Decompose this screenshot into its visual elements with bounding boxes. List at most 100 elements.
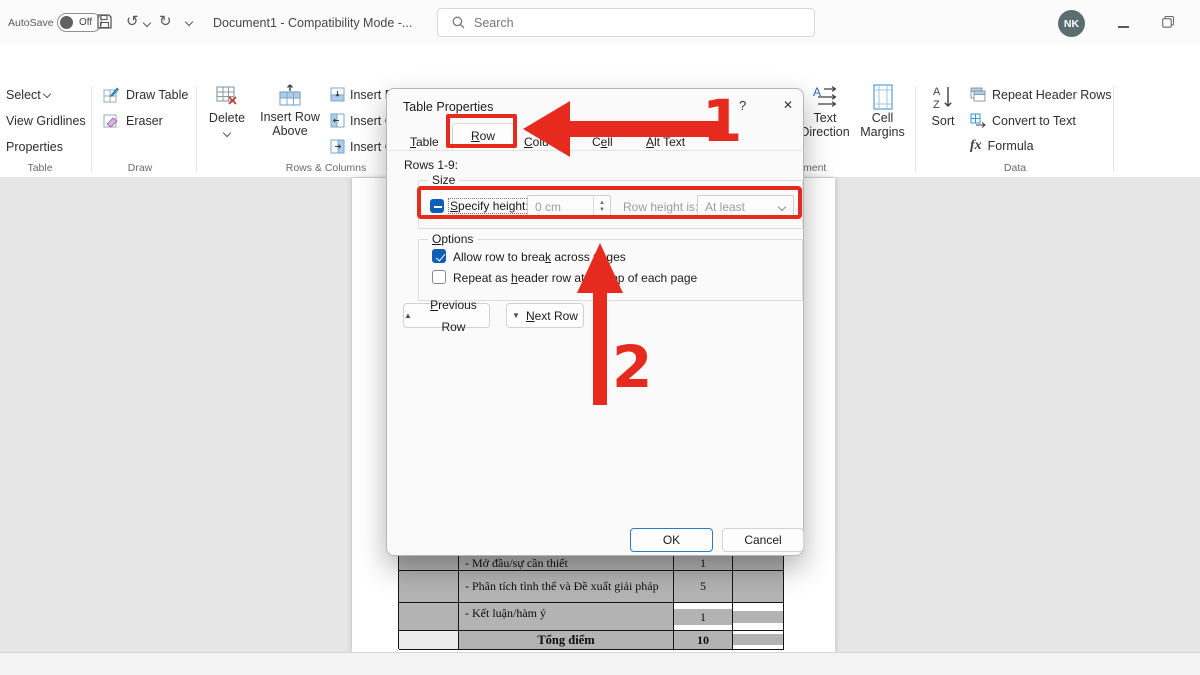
insert-below-icon (330, 87, 345, 102)
convert-to-text-icon (970, 113, 986, 128)
autosave-label: AutoSave (8, 17, 54, 29)
group-divider (196, 86, 197, 172)
delete-button[interactable]: Delete (203, 84, 251, 143)
insert-row-above-label2: Above (257, 124, 323, 138)
customize-toolbar-icon[interactable] (185, 18, 193, 26)
group-divider (1113, 86, 1114, 172)
eraser-icon (103, 113, 119, 129)
dialog-tab-column[interactable]: Colu (524, 135, 549, 149)
table-cell[interactable] (399, 571, 459, 603)
specify-height-checkbox[interactable] (430, 199, 444, 213)
close-button[interactable]: ✕ (783, 98, 793, 112)
specify-height-label[interactable]: Specify height: (449, 199, 530, 213)
select-button[interactable]: Select (6, 88, 50, 102)
delete-label: Delete (203, 111, 251, 125)
ok-button[interactable]: OK (630, 528, 713, 552)
minimize-icon[interactable] (1118, 26, 1129, 28)
table-cell[interactable]: - Kết luận/hàm ý (459, 603, 674, 631)
table-cell[interactable]: 1 (674, 603, 733, 631)
eraser-label: Eraser (126, 114, 163, 128)
svg-text:A: A (933, 86, 941, 98)
repeat-header-rows-label: Repeat Header Rows (992, 88, 1112, 102)
table-cell[interactable] (399, 603, 459, 631)
group-label-table: Table (10, 162, 70, 174)
group-label-rows-columns: Rows & Columns (266, 162, 386, 174)
next-row-button[interactable]: ▼ Next Row (506, 303, 584, 328)
formula-label: Formula (988, 139, 1034, 153)
dialog-tab-table[interactable]: Table (410, 135, 439, 149)
spin-down-icon[interactable]: ▼ (599, 207, 605, 214)
allow-break-checkbox[interactable] (432, 249, 446, 263)
undo-dropdown-icon[interactable] (143, 19, 151, 27)
row-height-value: At least (705, 200, 745, 214)
insert-left-button[interactable]: Insert C (330, 113, 394, 128)
document-title: Document1 - Compatibility Mode -... (213, 16, 412, 30)
repeat-header-checkbox[interactable] (432, 270, 446, 284)
formula-icon: fx (970, 139, 982, 153)
insert-right-button[interactable]: Insert C (330, 139, 394, 154)
draw-table-button[interactable]: Draw Table (103, 87, 188, 103)
cell-margins-button[interactable]: Cell Margins (855, 84, 910, 139)
properties-button[interactable]: Properties (6, 140, 63, 154)
help-button[interactable]: ? (739, 98, 746, 113)
search-placeholder: Search (474, 16, 514, 30)
titlebar: AutoSave Off ↺ ↻ Document1 - Compatibili… (0, 0, 1200, 44)
group-divider (91, 86, 92, 172)
sort-icon: A Z (931, 84, 955, 112)
restore-icon[interactable] (1162, 16, 1174, 28)
insert-below-button[interactable]: Insert R (330, 87, 394, 102)
cancel-button[interactable]: Cancel (722, 528, 804, 552)
insert-right-icon (330, 139, 345, 154)
avatar[interactable]: NK (1058, 10, 1085, 37)
size-legend: Size (428, 173, 459, 187)
save-icon[interactable] (96, 13, 113, 30)
group-label-alignment: ment (803, 162, 826, 174)
group-divider (915, 86, 916, 172)
undo-icon[interactable]: ↺ (126, 12, 139, 30)
document-table[interactable]: - Mở đầu/sự cần thiết 1 - Phân tích tình… (398, 540, 784, 649)
dialog-tab-cell[interactable]: Cell (592, 135, 613, 149)
table-cell[interactable] (733, 603, 784, 631)
status-bar: of 1 103 words English (United States) T… (0, 652, 1200, 675)
options-groupbox: Options (418, 239, 803, 301)
sort-button[interactable]: A Z Sort (922, 84, 964, 128)
dialog-tab-row[interactable]: Row (452, 123, 514, 150)
insert-row-above-icon (277, 84, 303, 108)
search-box[interactable]: Search (437, 8, 815, 37)
convert-to-text-button[interactable]: Convert to Text (970, 113, 1076, 128)
eraser-button[interactable]: Eraser (103, 113, 163, 129)
ribbon-tab-row: Home Insert Draw Design Layout Reference… (0, 44, 1200, 80)
selected-band (733, 611, 783, 623)
table-cell[interactable]: 5 (674, 571, 733, 603)
table-cell[interactable]: 10 (674, 631, 733, 650)
formula-button[interactable]: fx Formula (970, 139, 1034, 153)
view-gridlines-button[interactable]: View Gridlines (6, 114, 86, 128)
allow-break-label[interactable]: Allow row to break across pages (453, 250, 626, 264)
group-label-data: Data (985, 162, 1045, 174)
repeat-header-rows-button[interactable]: Repeat Header Rows (970, 87, 1112, 102)
table-cell[interactable] (733, 571, 784, 603)
cell-margins-icon (871, 84, 895, 110)
repeat-header-label[interactable]: Repeat as header row at the top of each … (453, 271, 697, 285)
insert-row-above-label1: Insert Row (257, 110, 323, 124)
autosave-toggle-knob (60, 16, 73, 29)
sort-label: Sort (922, 114, 964, 128)
previous-row-button[interactable]: ▲ Previous Row (403, 303, 490, 328)
table-cell[interactable] (399, 631, 459, 650)
height-spinner[interactable]: 0 cm ▲ ▼ (527, 195, 611, 218)
row-height-dropdown[interactable]: At least (697, 195, 794, 218)
search-icon (452, 16, 465, 29)
spin-up-icon[interactable]: ▲ (599, 200, 605, 207)
tab-strip-divider (388, 150, 802, 151)
insert-row-above-button[interactable]: Insert Row Above (257, 84, 323, 138)
table-cell[interactable] (733, 631, 784, 650)
select-dropdown-icon (43, 90, 51, 98)
insert-left-icon (330, 113, 345, 128)
spinner-buttons[interactable]: ▲ ▼ (593, 196, 610, 217)
table-cell[interactable]: - Phân tích tình thế và Đề xuất giải phá… (459, 571, 674, 603)
selected-band (733, 634, 783, 645)
row-height-is-label: Row height is: (623, 200, 698, 214)
redo-icon[interactable]: ↻ (159, 12, 172, 30)
dialog-tab-alt-text[interactable]: Alt Text (646, 135, 685, 149)
table-cell[interactable]: Tổng điểm (459, 631, 674, 650)
